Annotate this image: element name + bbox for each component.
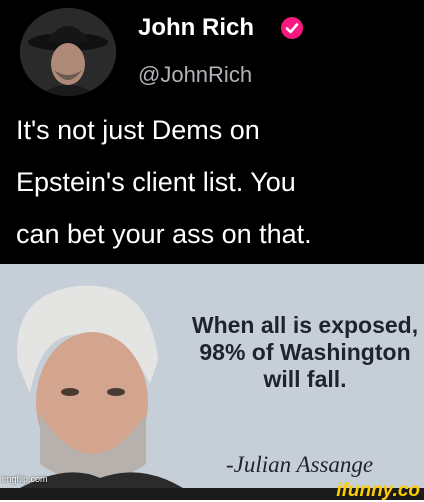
quote-attribution: -Julian Assange [226,452,374,477]
user-handle[interactable]: @JohnRich [138,62,252,88]
avatar-photo [20,8,116,96]
verified-badge-icon [281,17,303,39]
ifunny-watermark: ifunny.co [336,480,420,501]
display-name[interactable]: John Rich [138,14,254,42]
tweet-text: It's not just Dems on Epstein's client l… [16,115,312,249]
imgflip-watermark: imgflip.com [2,474,48,484]
portrait-photo [0,264,200,500]
quote-image: When all is exposed, 98% of Washington w… [0,264,424,500]
ifunny-watermark-bar: ifunny.co [0,480,424,501]
avatar[interactable] [20,8,116,96]
quote-text: When all is exposed, 98% of Washington w… [191,312,419,392]
tweet-card: John Rich @JohnRich It's not just Dems o… [0,0,424,264]
